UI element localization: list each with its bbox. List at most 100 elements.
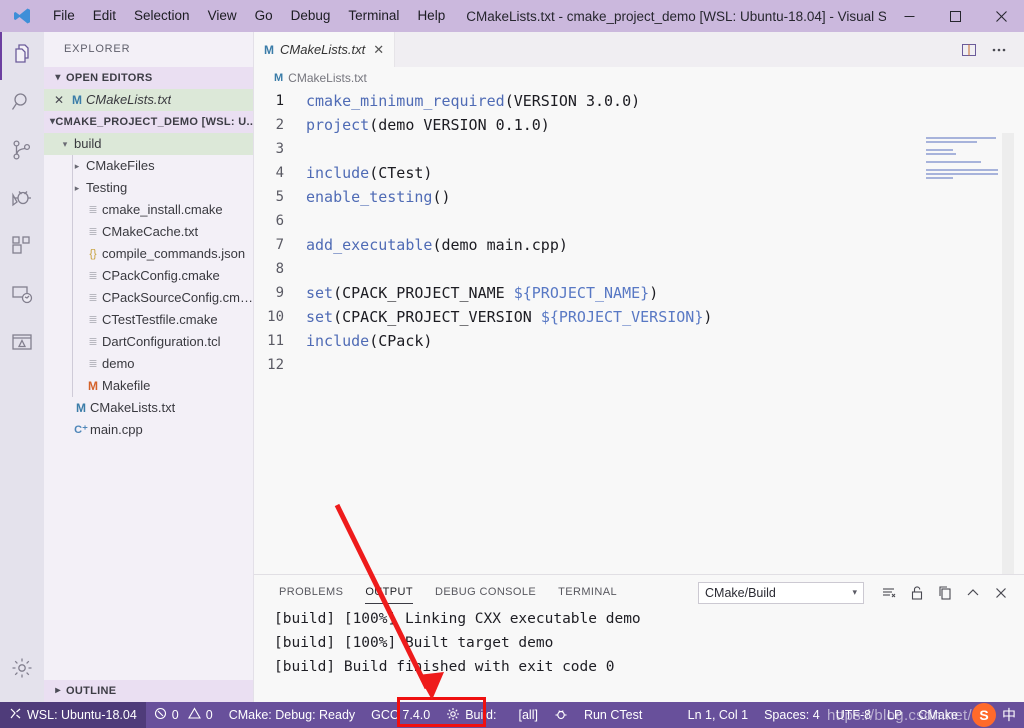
tree-item-label: Testing [86, 177, 127, 199]
tab-cmakelists[interactable]: M CMakeLists.txt ✕ [254, 32, 395, 67]
code-text[interactable]: include(CPack) [306, 329, 432, 353]
menu-go[interactable]: Go [246, 0, 282, 32]
status-cmake-state[interactable]: CMake: Debug: Ready [221, 702, 363, 728]
status-run-ctest[interactable]: Run CTest [576, 702, 650, 728]
tab-debug-console[interactable]: DEBUG CONSOLE [424, 575, 547, 610]
extensions-icon [10, 234, 34, 263]
code-line: 5enable_testing() [254, 185, 1024, 209]
activitybar-debug[interactable] [0, 176, 44, 224]
menu-file[interactable]: File [44, 0, 84, 32]
activitybar-search[interactable] [0, 80, 44, 128]
tree-item-cmakelists-txt[interactable]: MCMakeLists.txt [44, 397, 253, 419]
ime-label[interactable]: 中 [1002, 705, 1024, 725]
tree-item-cpackconfig-cmake[interactable]: ≣CPackConfig.cmake [44, 265, 253, 287]
status-cmake-debug[interactable] [546, 702, 576, 728]
lines-icon: ≣ [84, 287, 102, 309]
tree-item-cmake-install-cmake[interactable]: ≣cmake_install.cmake [44, 199, 253, 221]
editor-scrollbar[interactable] [1002, 133, 1014, 574]
tree-item-ctesttestfile-cmake[interactable]: ≣CTestTestfile.cmake [44, 309, 253, 331]
tab-problems[interactable]: PROBLEMS [268, 575, 354, 610]
tree-item-testing[interactable]: ▸Testing [44, 177, 253, 199]
tree-item-main-cpp[interactable]: C⁺main.cpp [44, 419, 253, 441]
search-icon [10, 90, 34, 119]
tab-close-icon[interactable]: ✕ [373, 42, 384, 58]
gear-icon [10, 656, 34, 685]
tree-item-cmakecache-txt[interactable]: ≣CMakeCache.txt [44, 221, 253, 243]
status-eol[interactable]: LP [879, 702, 910, 728]
code-text[interactable]: add_executable(demo main.cpp) [306, 233, 568, 257]
close-icon[interactable] [988, 580, 1014, 606]
breadcrumb-label: CMakeLists.txt [288, 71, 367, 85]
open-in-editor-icon[interactable] [932, 580, 958, 606]
tree-item-cpacksourceconfig-cmake[interactable]: ≣CPackSourceConfig.cmake [44, 287, 253, 309]
chevron-up-icon[interactable] [960, 580, 986, 606]
tree-item-cmakefiles[interactable]: ▸CMakeFiles [44, 155, 253, 177]
status-indentation[interactable]: Spaces: 4 [756, 702, 828, 728]
menu-view[interactable]: View [199, 0, 246, 32]
tab-terminal[interactable]: TERMINAL [547, 575, 628, 610]
code-text[interactable]: enable_testing() [306, 185, 451, 209]
status-remote[interactable]: WSL: Ubuntu-18.04 [0, 702, 146, 728]
line-number: 11 [254, 329, 306, 353]
breadcrumb[interactable]: M CMakeLists.txt [254, 67, 1024, 89]
status-error-count: 0 [172, 708, 179, 722]
clear-output-icon[interactable] [876, 580, 902, 606]
menu-help[interactable]: Help [408, 0, 454, 32]
open-editor-item[interactable]: ✕ M CMakeLists.txt [44, 89, 253, 111]
code-line: 1cmake_minimum_required(VERSION 3.0.0) [254, 89, 1024, 113]
code-function-token: add_executable [306, 236, 432, 254]
ime-logo-icon[interactable]: S [972, 703, 996, 727]
tab-output[interactable]: OUTPUT [354, 575, 424, 610]
tree-item-compile-commands-json[interactable]: {}compile_commands.json [44, 243, 253, 265]
section-open-editors[interactable]: ▾ OPEN EDITORS [44, 67, 253, 89]
code-function-token: include [306, 332, 369, 350]
unlock-icon[interactable] [904, 580, 930, 606]
tree-item-label: CTestTestfile.cmake [102, 309, 218, 331]
status-language-mode[interactable]: CMake [910, 702, 966, 728]
section-outline[interactable]: ▸ OUTLINE [44, 680, 254, 702]
activitybar-settings[interactable] [0, 646, 44, 694]
code-text[interactable]: cmake_minimum_required(VERSION 3.0.0) [306, 89, 640, 113]
code-function-token: set [306, 284, 333, 302]
output-channel-select[interactable]: CMake/Build ▾ [698, 582, 864, 604]
tree-item-dartconfiguration-tcl[interactable]: ≣DartConfiguration.tcl [44, 331, 253, 353]
code-text[interactable]: set(CPACK_PROJECT_NAME ${PROJECT_NAME}) [306, 281, 658, 305]
menu-debug[interactable]: Debug [282, 0, 340, 32]
code-text[interactable]: include(CTest) [306, 161, 432, 185]
chevron-right-icon: ▸ [50, 680, 66, 702]
code-line: 10set(CPACK_PROJECT_VERSION ${PROJECT_VE… [254, 305, 1024, 329]
minimize-button[interactable] [886, 0, 932, 32]
status-encoding[interactable]: UTF-8 [828, 702, 879, 728]
close-button[interactable] [978, 0, 1024, 32]
split-editor-icon[interactable] [956, 37, 982, 63]
section-project-root[interactable]: ▾ CMAKE_PROJECT_DEMO [WSL: U... [44, 111, 253, 133]
code-text[interactable]: set(CPACK_PROJECT_VERSION ${PROJECT_VERS… [306, 305, 712, 329]
status-cursor-position[interactable]: Ln 1, Col 1 [680, 702, 756, 728]
tree-item-build[interactable]: ▾build [44, 133, 253, 155]
menu-edit[interactable]: Edit [84, 0, 125, 32]
close-icon[interactable]: ✕ [50, 89, 68, 111]
menu-selection[interactable]: Selection [125, 0, 199, 32]
code-editor[interactable]: 1cmake_minimum_required(VERSION 3.0.0)2p… [254, 89, 1024, 574]
activitybar-explorer[interactable] [0, 32, 44, 80]
code-text[interactable]: project(demo VERSION 0.1.0) [306, 113, 550, 137]
activitybar-source-control[interactable] [0, 128, 44, 176]
status-cmake-target[interactable]: [all] [505, 702, 546, 728]
panel-tab-bar: PROBLEMS OUTPUT DEBUG CONSOLE TERMINAL C… [254, 575, 1024, 610]
chevron-down-icon: ▾ [58, 133, 72, 155]
minimap[interactable] [926, 137, 998, 189]
ellipsis-icon[interactable] [986, 37, 1012, 63]
line-number: 8 [254, 257, 306, 281]
activitybar-cmake-tools[interactable] [0, 320, 44, 368]
menu-terminal[interactable]: Terminal [339, 0, 408, 32]
status-problems[interactable]: 0 0 [146, 702, 221, 728]
tree-item-demo[interactable]: ≣demo [44, 353, 253, 375]
minimap-line [926, 149, 953, 151]
code-variable-token: ${PROJECT_NAME} [514, 284, 649, 302]
status-cmake-build[interactable]: Build: [438, 702, 504, 728]
maximize-button[interactable] [932, 0, 978, 32]
tree-item-makefile[interactable]: MMakefile [44, 375, 253, 397]
activitybar-remote-explorer[interactable] [0, 272, 44, 320]
status-cmake-kit[interactable]: GCC 7.4.0 [363, 702, 438, 728]
activitybar-extensions[interactable] [0, 224, 44, 272]
